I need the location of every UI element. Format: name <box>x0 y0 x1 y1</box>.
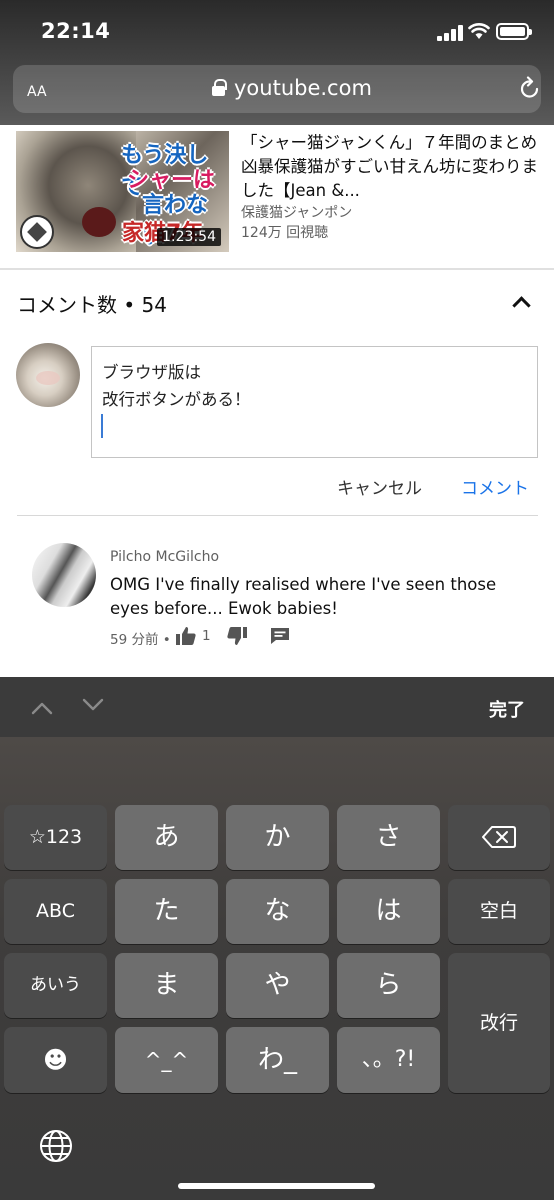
lock-icon <box>212 79 227 97</box>
status-bar: 22:14 <box>0 0 554 62</box>
avatar[interactable] <box>32 543 96 607</box>
cellular-signal-icon <box>437 25 463 41</box>
key-ma[interactable]: ま <box>115 953 218 1018</box>
key-kaomoji[interactable]: ^_^ <box>115 1027 218 1093</box>
reply-icon[interactable] <box>270 627 290 645</box>
comment-draft-text: ブラウザ版は 改行ボタンがある！ <box>102 363 251 409</box>
status-time: 22:14 <box>41 19 111 43</box>
cat-mouth <box>82 207 116 237</box>
comments-header: コメント数 • 54 <box>17 293 167 317</box>
video-item[interactable]: もう決して シャーは 言わない 家猫7年 1:23:54 「シャー猫ジャンくん」… <box>0 125 554 268</box>
key-ta[interactable]: た <box>115 879 218 944</box>
chevron-down-icon[interactable] <box>82 698 104 712</box>
comment-text: OMG I've finally realised where I've see… <box>110 575 497 618</box>
view-count: 124万 回視聴 <box>241 225 329 241</box>
video-duration: 1:23:54 <box>157 228 221 246</box>
channel-logo-icon <box>20 215 54 249</box>
url-bar[interactable]: AA youtube.com <box>13 65 541 113</box>
divider <box>17 515 538 516</box>
channel-name[interactable]: 保護猫ジャンポン <box>241 202 352 222</box>
video-title[interactable]: 「シャー猫ジャンくん」７年間のまとめ 凶暴保護猫がすごい甘えん坊に変わりました【… <box>241 131 541 203</box>
chevron-up-icon[interactable] <box>510 294 532 310</box>
home-indicator[interactable] <box>178 1183 375 1189</box>
battery-icon <box>496 23 532 40</box>
comment-input[interactable]: ブラウザ版は 改行ボタンがある！ <box>91 346 538 458</box>
browser-chrome: 22:14 AA youtube.com <box>0 0 554 125</box>
avatar <box>16 343 80 407</box>
key-ra[interactable]: ら <box>337 953 440 1018</box>
key-a[interactable]: あ <box>115 805 218 870</box>
cancel-button[interactable]: キャンセル <box>337 474 422 499</box>
delete-key[interactable] <box>448 805 550 870</box>
key-abc[interactable]: ABC <box>4 879 107 944</box>
delete-icon <box>482 826 516 848</box>
done-button[interactable]: 完了 <box>489 696 525 722</box>
video-thumbnail[interactable]: もう決して シャーは 言わない 家猫7年 1:23:54 <box>16 131 229 252</box>
space-key[interactable]: 空白 <box>448 879 550 944</box>
comment-time: 59 分前 • <box>110 632 171 648</box>
thumbs-down-icon[interactable] <box>226 626 248 646</box>
text-caret <box>101 414 103 438</box>
comment-submit-button[interactable]: コメント <box>461 474 529 499</box>
key-sa[interactable]: さ <box>337 805 440 870</box>
key-numbers[interactable]: ☆123 <box>4 805 107 870</box>
thumbs-up-icon[interactable] <box>175 626 197 646</box>
key-kana[interactable]: あいう <box>4 953 107 1018</box>
key-wa[interactable]: わ_ <box>226 1027 329 1093</box>
chevron-up-icon[interactable] <box>31 701 53 715</box>
key-ka[interactable]: か <box>226 805 329 870</box>
emoji-key[interactable]: ☻ <box>4 1027 107 1093</box>
enter-key[interactable]: 改行 <box>448 953 550 1093</box>
globe-icon[interactable] <box>39 1129 73 1163</box>
divider <box>0 268 554 270</box>
comment-author[interactable]: Pilcho McGilcho <box>110 549 219 565</box>
key-punctuation[interactable]: 、。?! <box>337 1027 440 1093</box>
wifi-icon <box>468 23 490 39</box>
keyboard: ☆123 あ か さ ABC た な は 空白 あいう ま や ら 改行 ☻ ^… <box>0 737 554 1200</box>
key-ya[interactable]: や <box>226 953 329 1018</box>
like-count: 1 <box>202 628 211 644</box>
reload-icon[interactable] <box>518 76 542 102</box>
key-na[interactable]: な <box>226 879 329 944</box>
text-size-button[interactable]: AA <box>27 77 47 101</box>
url-text[interactable]: youtube.com <box>234 76 372 100</box>
key-ha[interactable]: は <box>337 879 440 944</box>
